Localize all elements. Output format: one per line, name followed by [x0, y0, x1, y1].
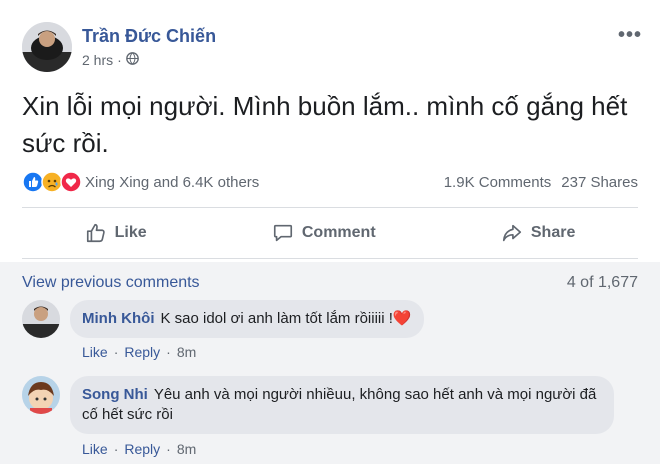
comment-actions: Like · Reply · 8m: [82, 441, 196, 457]
reaction-icons: [22, 171, 82, 193]
share-button[interactable]: Share: [483, 218, 593, 248]
reactions-summary[interactable]: Xing Xing and 6.4K others: [22, 171, 259, 193]
commenter-name[interactable]: Minh Khôi: [82, 310, 154, 327]
meta-separator: ·: [117, 52, 122, 68]
like-label: Like: [114, 224, 147, 241]
comment-button[interactable]: Comment: [254, 218, 394, 248]
globe-icon[interactable]: [125, 52, 139, 68]
post-actions: Like Comment Share: [22, 212, 638, 254]
reactions-text: Xing Xing and 6.4K others: [85, 173, 260, 191]
share-label: Share: [530, 224, 576, 241]
comment-time[interactable]: 8m: [177, 344, 196, 360]
comment-bubble: Minh Khôi K sao idol ơi anh làm tốt lắm r…: [70, 300, 424, 338]
engagement-counts: 1.9K Comments 237 Shares: [444, 174, 638, 191]
separator: ·: [166, 441, 171, 457]
thumbs-up-icon: [86, 223, 105, 243]
divider-bottom: [22, 258, 638, 259]
comment-icon: [273, 224, 292, 242]
comment-reply-link[interactable]: Reply: [124, 441, 160, 457]
comments-counter: 4 of 1,677: [566, 274, 638, 291]
post-card: Trần Đức Chiến 2 hrs · ••• Xin lỗi mọi n…: [0, 0, 660, 464]
reactions-bar: Xing Xing and 6.4K others 1.9K Comments …: [22, 170, 638, 194]
separator: ·: [113, 441, 119, 457]
comment-time[interactable]: 8m: [177, 441, 196, 457]
comment-text: K sao idol ơi anh làm tốt lắm rồiiiii !: [160, 310, 393, 327]
commenter-name[interactable]: Song Nhi: [82, 386, 148, 403]
share-icon: [502, 224, 521, 242]
comment-reply-link[interactable]: Reply: [124, 344, 160, 360]
more-options-icon[interactable]: •••: [618, 24, 642, 47]
author-name[interactable]: Trần Đức Chiến: [82, 26, 216, 47]
post-time[interactable]: 2 hrs: [82, 52, 113, 68]
comment-bubble: Song Nhi Yêu anh và mọi người nhiềuu, khô…: [70, 376, 614, 434]
post-text: Xin lỗi mọi người. Mình buồn lắm.. mình …: [22, 91, 628, 158]
comment-actions: Like · Reply · 8m: [82, 344, 196, 360]
divider-top: [22, 207, 638, 208]
comment-text: Yêu anh và mọi người nhiềuu, không sao h…: [82, 386, 597, 423]
comment-like-link[interactable]: Like: [82, 344, 108, 360]
separator: ·: [166, 344, 171, 360]
post-meta: 2 hrs ·: [82, 52, 139, 68]
comment-label: Comment: [301, 224, 376, 241]
like-button[interactable]: Like: [67, 218, 165, 248]
comments-section: View previous comments 4 of 1,677 Minh K…: [0, 262, 660, 464]
comments-count[interactable]: 1.9K Comments: [444, 174, 552, 191]
heart-emoji: ❤️: [392, 310, 412, 327]
commenter-avatar[interactable]: [22, 300, 60, 338]
view-previous-comments-link[interactable]: View previous comments: [22, 274, 200, 292]
comment-like-link[interactable]: Like: [82, 441, 108, 457]
commenter-avatar[interactable]: [22, 376, 60, 414]
author-avatar[interactable]: [22, 22, 72, 72]
separator: ·: [113, 344, 119, 360]
love-reaction-icon: [60, 171, 82, 193]
shares-count[interactable]: 237 Shares: [561, 174, 638, 191]
